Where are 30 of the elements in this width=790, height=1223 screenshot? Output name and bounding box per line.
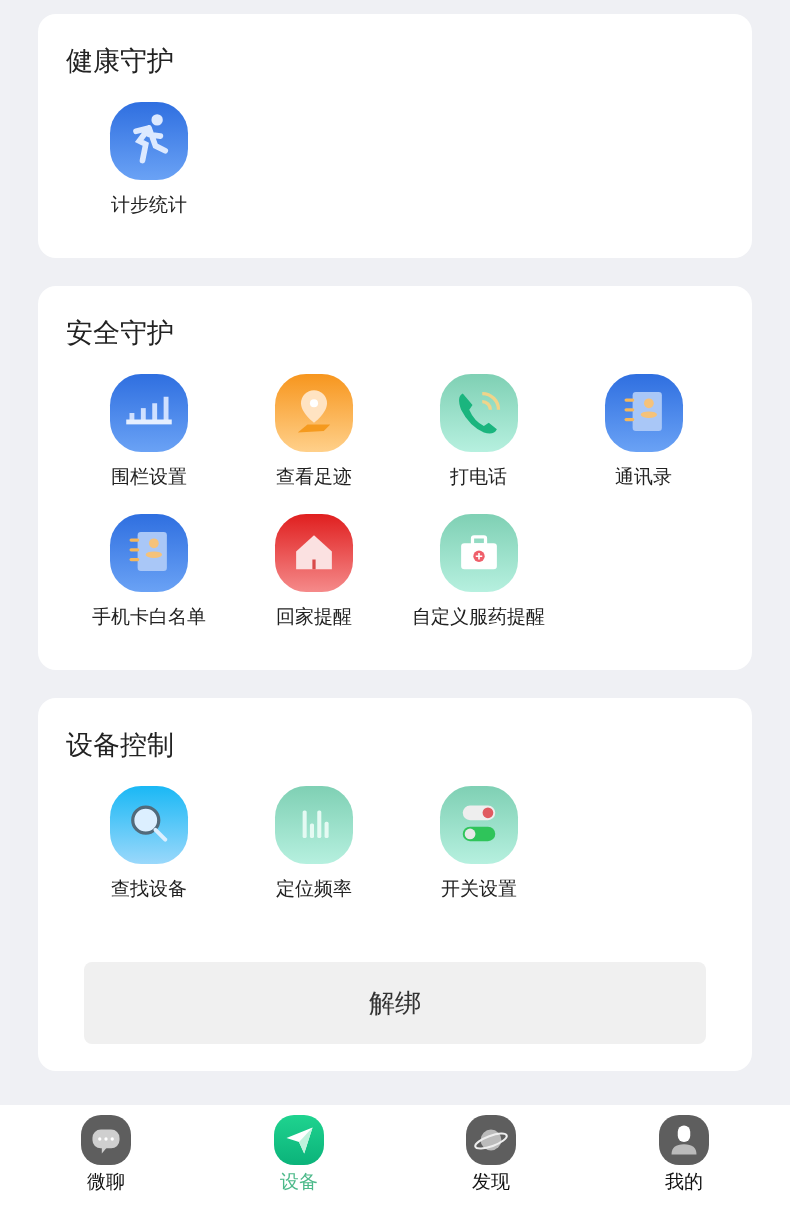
section-title: 安全守护 [66,316,175,350]
feature-label[interactable]: 回家提醒 [275,604,352,630]
feature-label[interactable]: 查找设备 [110,876,187,902]
unbind-button[interactable]: 解绑 [84,962,706,1044]
nav-tab[interactable]: 微聊 [10,1105,203,1195]
fence-chart-icon[interactable] [109,374,188,452]
feature-label[interactable]: 计步统计 [110,192,187,218]
house-icon[interactable] [274,514,353,592]
feature-label[interactable]: 手机卡白名单 [91,604,206,630]
search-icon[interactable] [109,786,188,864]
feature-label[interactable]: 自定义服药提醒 [412,604,545,630]
feature-label[interactable]: 查看足迹 [275,464,352,490]
nav-tab[interactable]: 发现 [395,1105,588,1195]
planet-icon [466,1115,517,1165]
chat-icon [81,1115,132,1165]
feature-label[interactable]: 通讯录 [615,464,672,490]
feature-label[interactable]: 围栏设置 [110,464,187,490]
section-title: 设备控制 [66,728,175,762]
paper-plane-icon [273,1115,324,1165]
section-title: 健康守护 [66,44,175,78]
runner-icon[interactable] [109,102,188,180]
phone-icon[interactable] [439,374,518,452]
nav-tab[interactable]: 我的 [587,1105,780,1195]
toggle-switch-icon[interactable] [439,786,518,864]
feature-label[interactable]: 开关设置 [440,876,517,902]
person-icon [658,1115,709,1165]
feature-label[interactable]: 定位频率 [275,876,352,902]
contact-book-icon[interactable] [109,514,188,592]
contact-book-icon[interactable] [604,374,683,452]
feature-label[interactable]: 打电话 [450,464,507,490]
